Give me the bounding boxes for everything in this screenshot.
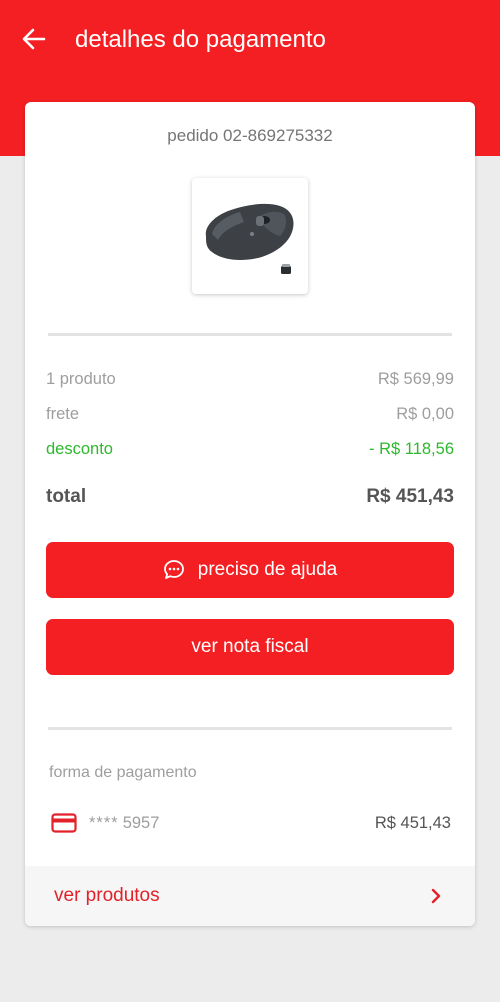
summary-row-total: total R$ 451,43 <box>46 486 454 508</box>
help-button[interactable]: preciso de ajuda <box>46 542 454 598</box>
divider-top <box>48 333 452 336</box>
total-value: R$ 451,43 <box>366 486 454 507</box>
page-title: detalhes do pagamento <box>75 26 326 53</box>
products-value: R$ 569,99 <box>377 370 454 388</box>
invoice-button[interactable]: ver nota fiscal <box>46 619 454 675</box>
summary-row-shipping: frete R$ 0,00 <box>46 405 454 424</box>
payment-method-row: **** 5957 R$ 451,43 <box>51 810 451 836</box>
summary-row-products: 1 produto R$ 569,99 <box>46 370 454 389</box>
back-button[interactable] <box>14 22 54 56</box>
chat-bubble-icon <box>163 559 185 581</box>
card-mask: **** <box>89 813 119 832</box>
discount-label: desconto <box>46 440 113 458</box>
payment-amount: R$ 451,43 <box>374 813 451 832</box>
mouse-product-image <box>205 203 294 274</box>
payment-details-card: pedido 02-869275332 1 produto R$ 569,99 … <box>25 102 475 926</box>
product-thumbnail[interactable] <box>192 178 308 294</box>
discount-value: - R$ 118,56 <box>369 440 454 458</box>
shipping-label: frete <box>46 405 80 423</box>
chevron-right-icon <box>431 888 441 904</box>
arrow-left-icon <box>22 28 46 50</box>
shipping-value: R$ 0,00 <box>396 405 454 423</box>
payment-method-label: forma de pagamento <box>49 764 197 781</box>
total-label: total <box>46 486 87 507</box>
card-last4: 5957 <box>122 813 160 832</box>
view-products-link[interactable]: ver produtos <box>25 866 475 926</box>
summary-row-discount: desconto - R$ 118,56 <box>46 440 454 459</box>
divider-bottom <box>48 727 452 730</box>
help-button-label: preciso de ajuda <box>197 559 338 580</box>
view-products-label: ver produtos <box>54 885 160 906</box>
invoice-button-label: ver nota fiscal <box>191 636 309 657</box>
products-label: 1 produto <box>46 370 116 388</box>
order-id: pedido 02-869275332 <box>167 126 333 145</box>
credit-card-icon <box>51 813 77 833</box>
